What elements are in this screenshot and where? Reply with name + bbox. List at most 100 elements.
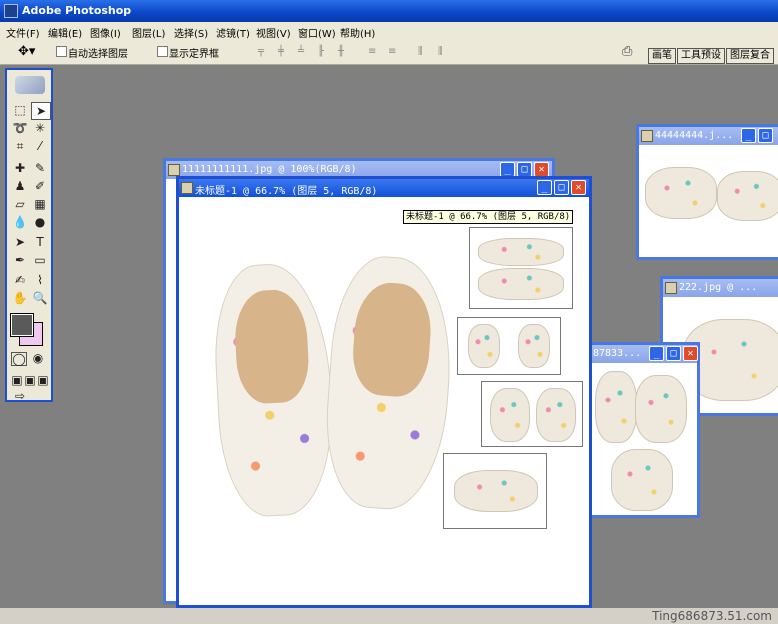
type-icon[interactable]: T [31,234,49,250]
thumbnail-image [481,381,583,447]
move-tool-icon[interactable]: ✥▾ [18,44,35,59]
toolbox: ⬚ ➤ ➰ ✳ ⌗ ⁄ ✚ ✎ ♟ ✐ ▱ ▦ 💧 ● ➤ T ✒ ▭ ✍ ⌇ … [5,68,53,404]
photoshop-icon [4,4,18,18]
window-title: 11111111111.jpg @ 100%(RGB/8) [182,164,357,175]
document-icon [641,130,653,142]
thumbnail-image [457,317,561,375]
eyedropper-icon[interactable]: ⌇ [31,272,49,288]
window-title: 未标题-1 @ 66.7% (图层 5, RGB/8) [195,186,378,197]
document-window-87833[interactable]: 87833... _ □ ✕ [588,342,700,518]
distribute-left-icon[interactable]: ⫼ [418,46,430,57]
tab-tool-presets[interactable]: 工具预设 [677,48,725,64]
minimize-button[interactable]: _ [741,128,756,143]
foreground-color-swatch[interactable] [10,313,34,337]
shoe-photo [611,449,673,511]
history-brush-icon[interactable]: ✐ [31,178,49,194]
align-top-icon[interactable]: ╤ [258,46,270,57]
menu-view[interactable]: 视图(V) [256,25,291,40]
maximize-button[interactable]: □ [758,128,773,143]
standard-mode-icon[interactable]: ◯ [11,352,27,366]
window-title: 222.jpg @ ... [679,282,758,293]
document-icon [168,164,180,176]
path-select-icon[interactable]: ➤ [11,234,29,250]
tooltip: 未标题-1 @ 66.7% (图层 5, RGB/8) [403,210,574,224]
menu-filter[interactable]: 滤镜(T) [216,25,250,40]
shoe-photo [645,167,717,219]
minimize-button[interactable]: _ [537,180,552,195]
minimize-button[interactable]: _ [649,346,664,361]
watermark: Ting686873.51.com [652,609,772,623]
auto-select-checkbox[interactable] [56,46,67,57]
distribute-top-icon[interactable]: ≡ [368,46,380,57]
window-title-bar[interactable]: 未标题-1 @ 66.7% (图层 5, RGB/8) _ □ ✕ [179,179,589,197]
imageready-icon[interactable]: ⇨ [11,388,29,404]
app-title: Adobe Photoshop [22,4,132,17]
distribute-right-icon[interactable]: ⫼ [438,46,450,57]
blur-icon[interactable]: 💧 [11,214,29,230]
minimize-button[interactable]: _ [500,162,515,177]
eraser-icon[interactable]: ▱ [11,196,29,212]
document-icon [665,282,677,294]
align-vcenter-icon[interactable]: ╪ [278,46,290,57]
shoe-photo-right [320,253,458,513]
window-title-bar[interactable]: 87833... _ □ ✕ [591,345,698,363]
screen-mode-1-icon[interactable]: ▣ [11,372,23,388]
maximize-button[interactable]: □ [666,346,681,361]
thumbnail-image [469,227,573,309]
slice-icon[interactable]: ⁄ [31,138,49,154]
hand-icon[interactable]: ✋ [11,290,29,306]
menu-file[interactable]: 文件(F) [6,25,40,40]
align-left-icon[interactable]: ╟ [318,46,330,57]
notes-icon[interactable]: ✍ [11,272,29,288]
menu-edit[interactable]: 编辑(E) [48,25,82,40]
align-hcenter-icon[interactable]: ╫ [338,46,350,57]
close-button[interactable]: ✕ [683,346,698,361]
palette-well-icon[interactable]: ⎙ [622,44,632,59]
shoe-photo-left [210,261,338,519]
close-button[interactable]: ✕ [534,162,549,177]
menu-bar: 文件(F) 编辑(E) 图像(I) 图层(L) 选择(S) 滤镜(T) 视图(V… [0,22,778,41]
shoe-photo [635,375,687,443]
distribute-center-icon[interactable]: ≡ [388,46,400,57]
maximize-button[interactable]: □ [517,162,532,177]
menu-select[interactable]: 选择(S) [174,25,208,40]
screen-mode-2-icon[interactable]: ▣ [24,372,36,388]
screen-mode-3-icon[interactable]: ▣ [37,372,49,388]
show-bounds-checkbox[interactable] [157,46,168,57]
move-icon[interactable]: ➤ [31,102,51,120]
document-window-44444444[interactable]: 44444444.j... _ □ [636,124,778,260]
document-icon [181,182,193,194]
tab-brushes[interactable]: 画笔 [648,48,676,64]
menu-layer[interactable]: 图层(L) [132,25,165,40]
window-title-bar[interactable]: 222.jpg @ ... [663,279,778,297]
window-title: 87833... [593,348,642,359]
app-title-bar: Adobe Photoshop [0,0,778,22]
shape-icon[interactable]: ▭ [31,252,49,268]
gradient-icon[interactable]: ▦ [31,196,49,212]
document-window-main[interactable]: 未标题-1 @ 66.7% (图层 5, RGB/8) _ □ ✕ [176,176,592,608]
brush-icon[interactable]: ✎ [31,160,49,176]
maximize-button[interactable]: □ [554,180,569,195]
thumbnail-image [443,453,547,529]
tab-layer-comps[interactable]: 图层复合 [726,48,774,64]
window-title-bar[interactable]: 44444444.j... _ □ [639,127,778,145]
close-button[interactable]: ✕ [571,180,586,195]
stamp-icon[interactable]: ♟ [11,178,29,194]
show-bounds-label: 显示定界框 [169,49,219,60]
dodge-icon[interactable]: ● [31,214,49,230]
shoe-photo [717,171,778,221]
window-title: 44444444.j... [655,130,734,141]
crop-icon[interactable]: ⌗ [11,138,29,154]
magic-wand-icon[interactable]: ✳ [31,120,49,136]
align-bottom-icon[interactable]: ╧ [298,46,310,57]
healing-icon[interactable]: ✚ [11,160,29,176]
menu-window[interactable]: 窗口(W) [298,25,336,40]
pen-icon[interactable]: ✒ [11,252,29,268]
lasso-icon[interactable]: ➰ [11,120,29,136]
quickmask-icon[interactable]: ◉ [31,352,45,364]
menu-help[interactable]: 帮助(H) [340,25,375,40]
zoom-icon[interactable]: 🔍 [31,290,49,306]
menu-image[interactable]: 图像(I) [90,25,121,40]
auto-select-label: 自动选择图层 [68,49,128,60]
marquee-icon[interactable]: ⬚ [11,102,29,118]
